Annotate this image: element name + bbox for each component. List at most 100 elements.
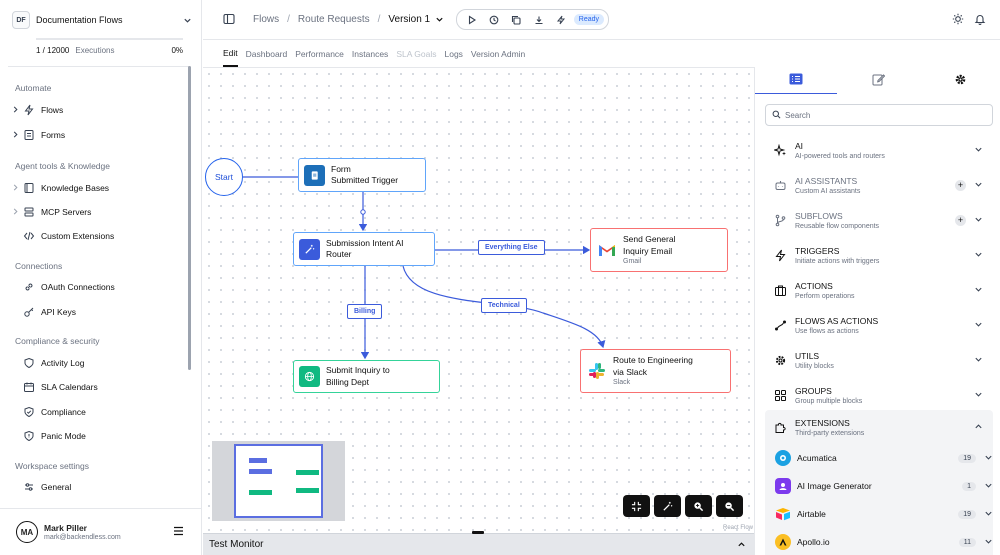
robot-icon [772, 177, 788, 193]
sidebar-item-sla-calendars[interactable]: SLA Calendars [12, 378, 182, 396]
sidebar-item-compliance[interactable]: Compliance [12, 403, 182, 421]
extension-name: Apollo.io [797, 537, 830, 547]
sidebar-toggle-icon[interactable] [223, 13, 235, 27]
edge-label-technical[interactable]: Technical [481, 298, 527, 313]
node-form-submitted-trigger[interactable]: Form Submitted Trigger [298, 158, 426, 192]
version-selector[interactable]: Version 1 [388, 14, 430, 25]
sidebar-item-oauth-connections[interactable]: OAuth Connections [12, 278, 182, 296]
sidebar-item-mcp-servers[interactable]: MCP Servers [12, 203, 182, 221]
chevron-up-icon[interactable] [737, 540, 746, 552]
test-monitor-bar[interactable]: Test Monitor [203, 531, 754, 555]
menu-icon[interactable] [173, 526, 184, 538]
chevron-down-icon[interactable] [984, 453, 993, 464]
category-subflows[interactable]: SUBFLOWS Reusable flow components + [765, 203, 993, 237]
extension-item-ai-image-generator[interactable]: AI Image Generator 1 [775, 472, 993, 500]
edge-label-billing[interactable]: Billing [347, 304, 383, 319]
tab-settings[interactable] [919, 67, 1000, 94]
category-desc: AI-powered tools and routers [795, 152, 885, 160]
tab-dashboard[interactable]: Dashboard [246, 41, 288, 67]
tab-version-admin[interactable]: Version Admin [471, 41, 525, 67]
chevron-down-icon [974, 215, 983, 226]
play-icon[interactable] [461, 11, 483, 28]
add-subflow-button[interactable]: + [955, 214, 966, 226]
edge-label-everything-else[interactable]: Everything Else [478, 240, 545, 255]
category-extensions[interactable]: EXTENSIONS Third-party extensions [765, 410, 993, 444]
download-icon[interactable] [527, 11, 549, 28]
breadcrumb-flows[interactable]: Flows [253, 14, 279, 25]
category-actions[interactable]: ACTIONS Perform operations [765, 273, 993, 307]
breadcrumb-route-requests[interactable]: Route Requests [298, 14, 370, 25]
sidebar-item-custom-extensions[interactable]: Custom Extensions [12, 227, 182, 245]
copy-icon[interactable] [505, 11, 527, 28]
user-email: mark@backendless.com [44, 534, 121, 541]
node-subtitle: Slack [613, 379, 631, 386]
search-input[interactable] [785, 110, 975, 120]
node-route-to-engineering-slack[interactable]: Route to Engineering via Slack Slack [580, 349, 731, 393]
executions-usage: 1 / 12000 Executions 0% [36, 46, 183, 55]
sidebar-item-knowledge-bases[interactable]: Knowledge Bases [12, 179, 182, 197]
category-groups[interactable]: GROUPS Group multiple blocks [765, 378, 993, 412]
tab-blocks-list[interactable] [755, 67, 837, 94]
header-actions [952, 13, 986, 27]
header: Flows / Route Requests / Version 1 Ready [203, 0, 1000, 40]
bell-icon[interactable] [974, 13, 986, 27]
minimap-viewport[interactable] [234, 444, 323, 518]
extension-item-airtable[interactable]: Airtable 19 [775, 500, 993, 528]
code-icon [22, 229, 36, 243]
category-ai[interactable]: AI AI-powered tools and routers [765, 133, 993, 167]
bolt-icon[interactable] [550, 11, 572, 28]
category-desc: Perform operations [795, 292, 855, 300]
slack-icon [586, 360, 607, 382]
executions-label: Executions [75, 46, 115, 55]
zoom-out-icon[interactable] [716, 495, 743, 517]
sidebar-scrollbar[interactable] [188, 66, 191, 370]
minimap[interactable] [212, 441, 345, 521]
extensions-list: Acumatica 19 AI Image Generator 1 Airtab… [765, 443, 993, 555]
tab-instances[interactable]: Instances [352, 41, 388, 67]
category-flows-as-actions[interactable]: FLOWS AS ACTIONS Use flows as actions [765, 308, 993, 342]
fit-view-icon[interactable] [623, 495, 650, 517]
node-submission-intent-router[interactable]: Submission Intent AI Router [293, 232, 435, 266]
chevron-down-icon [974, 285, 983, 296]
chevron-down-icon[interactable] [984, 509, 993, 520]
node-send-general-inquiry-email[interactable]: Send General Inquiry Email Gmail [590, 228, 728, 272]
node-submit-inquiry-billing[interactable]: Submit Inquiry to Billing Dept [293, 360, 440, 393]
sidebar-item-api-keys[interactable]: API Keys [12, 303, 182, 321]
tab-performance[interactable]: Performance [295, 41, 344, 67]
image-generator-icon [775, 478, 791, 494]
node-title-line2: Router [326, 249, 352, 259]
sidebar-item-general[interactable]: General [12, 478, 182, 496]
resize-handle[interactable] [472, 531, 484, 534]
category-triggers[interactable]: TRIGGERS Initiate actions with triggers [765, 238, 993, 272]
sidebar-item-panic-mode[interactable]: Panic Mode [12, 427, 182, 445]
clock-icon[interactable] [483, 11, 505, 28]
shield-check-icon [22, 405, 36, 419]
flow-canvas[interactable]: Start Form Submitted Trigger Submission … [203, 67, 754, 533]
chevron-down-icon[interactable] [984, 481, 993, 492]
react-flow-attribution[interactable]: React Flow [723, 525, 753, 531]
user-profile[interactable]: MA Mark Piller mark@backendless.com [0, 508, 202, 555]
sidebar-item-flows[interactable]: Flows [12, 101, 182, 119]
section-connections: Connections [15, 261, 63, 271]
extension-item-apollo[interactable]: Apollo.io 11 [775, 528, 993, 555]
chevron-up-icon [974, 422, 983, 433]
extension-item-acumatica[interactable]: Acumatica 19 [775, 444, 993, 472]
category-utils[interactable]: UTILS Utility blocks [765, 343, 993, 377]
tab-logs[interactable]: Logs [444, 41, 462, 67]
category-ai-assistants[interactable]: AI ASSISTANTS Custom AI assistants + [765, 168, 993, 202]
start-node[interactable]: Start [205, 158, 243, 196]
chevron-down-icon[interactable] [434, 15, 444, 25]
sidebar-item-activity-log[interactable]: Activity Log [12, 354, 182, 372]
tab-edit[interactable]: Edit [223, 41, 238, 67]
tab-edit-properties[interactable] [837, 67, 919, 94]
magic-wand-icon[interactable] [654, 495, 681, 517]
sun-icon[interactable] [952, 13, 964, 27]
add-assistant-button[interactable]: + [955, 179, 966, 191]
calendar-icon [22, 380, 36, 394]
zoom-in-icon[interactable] [685, 495, 712, 517]
org-switcher[interactable]: DF Documentation Flows [12, 10, 192, 30]
sidebar-item-forms[interactable]: Forms [12, 126, 182, 144]
blocks-search[interactable] [765, 104, 993, 126]
chevron-down-icon[interactable] [984, 537, 993, 548]
section-agent-tools: Agent tools & Knowledge [15, 161, 110, 171]
